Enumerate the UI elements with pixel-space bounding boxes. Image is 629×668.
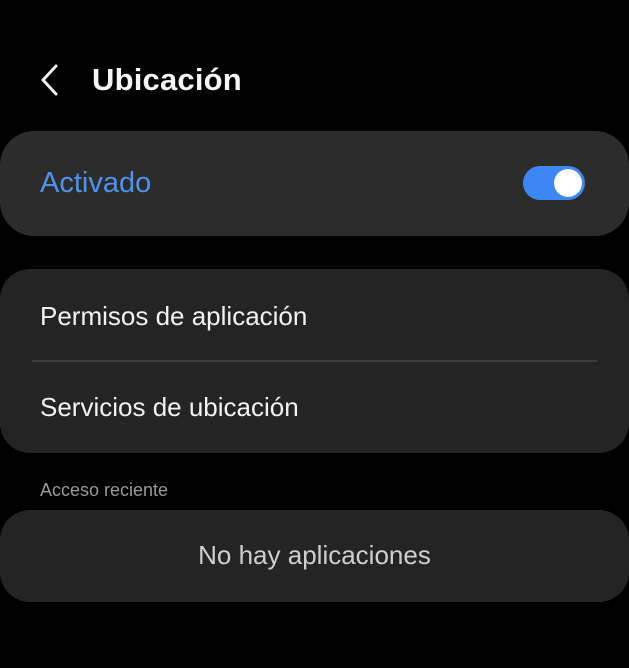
- chevron-left-icon: [41, 64, 58, 96]
- location-toggle[interactable]: [523, 166, 585, 200]
- recent-access-card: No hay aplicaciones: [0, 510, 629, 602]
- empty-state-message: No hay aplicaciones: [198, 540, 431, 570]
- toggle-knob: [554, 169, 582, 197]
- settings-list: Permisos de aplicación Servicios de ubic…: [0, 269, 629, 453]
- app-header: Ubicación: [0, 52, 629, 108]
- list-item-label: Permisos de aplicación: [40, 301, 308, 331]
- back-button[interactable]: [30, 60, 70, 100]
- list-item-label: Servicios de ubicación: [40, 392, 299, 422]
- list-item-location-services[interactable]: Servicios de ubicación: [0, 361, 629, 453]
- master-switch-label: Activado: [40, 167, 152, 199]
- section-label-recent-access: Acceso reciente: [40, 480, 169, 500]
- list-item-app-permissions[interactable]: Permisos de aplicación: [0, 269, 629, 361]
- page-title: Ubicación: [92, 62, 242, 97]
